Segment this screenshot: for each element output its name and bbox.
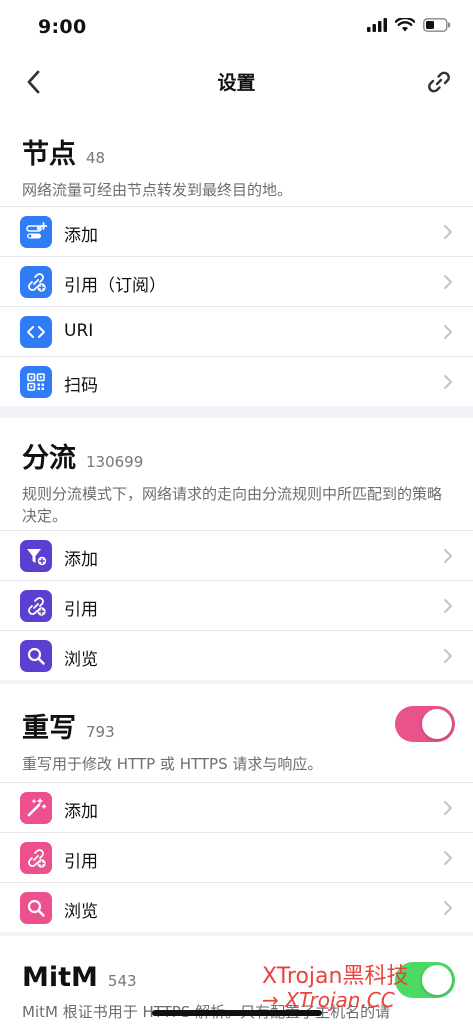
watermark-url: → XTrojan.CC xyxy=(262,988,395,1012)
chevron-right-icon xyxy=(444,649,452,663)
cellular-signal-icon xyxy=(367,18,387,32)
chevron-right-icon xyxy=(444,599,452,613)
rewrite-reference-row[interactable]: 引用 xyxy=(0,832,473,882)
navigation-bar: 设置 xyxy=(0,56,473,108)
nodes-subscribe-row[interactable]: 引用（订阅） xyxy=(0,256,473,306)
section-count: 48 xyxy=(86,149,106,167)
section-nodes: 节点 48 网络流量可经由节点转发到最终目的地。 添加 引用（订阅） URI 扫… xyxy=(0,108,473,406)
toggle-knob xyxy=(422,709,452,739)
row-label: 浏览 xyxy=(64,902,98,922)
chevron-right-icon xyxy=(444,325,452,339)
filter-add-icon xyxy=(20,540,52,572)
section-title: MitM xyxy=(22,962,98,993)
section-description: 重写用于修改 HTTP 或 HTTPS 请求与响应。 xyxy=(22,755,323,773)
chevron-right-icon xyxy=(444,375,452,389)
chevron-right-icon xyxy=(444,275,452,289)
section-rewrite: 重写 793 重写用于修改 HTTP 或 HTTPS 请求与响应。 添加 引用 … xyxy=(0,684,473,932)
code-icon xyxy=(20,316,52,348)
rules-add-row[interactable]: 添加 xyxy=(0,530,473,580)
section-count: 543 xyxy=(107,972,137,990)
page-title: 设置 xyxy=(217,72,256,94)
status-icons xyxy=(367,18,451,32)
rewrite-browse-row[interactable]: 浏览 xyxy=(0,882,473,932)
status-bar: 9:00 xyxy=(0,0,473,56)
rules-browse-row[interactable]: 浏览 xyxy=(0,630,473,680)
chevron-right-icon xyxy=(444,851,452,865)
status-time: 9:00 xyxy=(38,16,87,38)
chevron-right-icon xyxy=(444,549,452,563)
section-count: 130699 xyxy=(86,453,144,471)
rewrite-toggle[interactable] xyxy=(395,706,455,742)
section-title: 重写 xyxy=(22,713,76,744)
row-label: 扫码 xyxy=(64,376,98,396)
qrcode-icon xyxy=(20,366,52,398)
chevron-right-icon xyxy=(444,801,452,815)
search-icon xyxy=(20,892,52,924)
section-title: 节点 xyxy=(22,139,76,170)
nodes-scan-row[interactable]: 扫码 xyxy=(0,356,473,406)
link-add-icon xyxy=(20,266,52,298)
section-count: 793 xyxy=(86,723,115,741)
row-label: 添加 xyxy=(64,226,98,246)
watermark-text: XTrojan黑科技 xyxy=(262,964,409,989)
link-add-icon xyxy=(20,590,52,622)
row-label: 添加 xyxy=(64,802,98,822)
nodes-uri-row[interactable]: URI xyxy=(0,306,473,356)
section-description: 网络流量可经由节点转发到最终目的地。 xyxy=(22,181,293,199)
section-description: 规则分流模式下，网络请求的走向由分流规则中所匹配到的策略决定。 xyxy=(22,485,443,525)
chevron-right-icon xyxy=(444,225,452,239)
link-add-icon xyxy=(20,842,52,874)
row-label: 添加 xyxy=(64,550,98,570)
rewrite-add-row[interactable]: 添加 xyxy=(0,782,473,832)
search-icon xyxy=(20,640,52,672)
magic-wand-icon xyxy=(20,792,52,824)
row-label: URI xyxy=(64,321,94,341)
section-title: 分流 xyxy=(22,443,76,474)
home-indicator xyxy=(152,1010,322,1016)
section-rules: 分流 130699 规则分流模式下，网络请求的走向由分流规则中所匹配到的策略决定… xyxy=(0,418,473,680)
section-header: 节点 48 网络流量可经由节点转发到最终目的地。 xyxy=(0,108,473,206)
toggle-knob xyxy=(422,965,452,995)
row-label: 引用 xyxy=(64,600,98,620)
section-header: 重写 793 重写用于修改 HTTP 或 HTTPS 请求与响应。 xyxy=(0,684,473,782)
rules-reference-row[interactable]: 引用 xyxy=(0,580,473,630)
row-label: 引用 xyxy=(64,852,98,872)
toggle-add-icon xyxy=(20,216,52,248)
row-label: 浏览 xyxy=(64,650,98,670)
battery-icon xyxy=(423,18,451,32)
section-header: 分流 130699 规则分流模式下，网络请求的走向由分流规则中所匹配到的策略决定… xyxy=(0,418,473,530)
chevron-right-icon xyxy=(444,901,452,915)
link-icon[interactable] xyxy=(425,68,453,96)
row-label: 引用（订阅） xyxy=(64,276,166,296)
wifi-icon xyxy=(395,18,415,32)
nodes-add-row[interactable]: 添加 xyxy=(0,206,473,256)
